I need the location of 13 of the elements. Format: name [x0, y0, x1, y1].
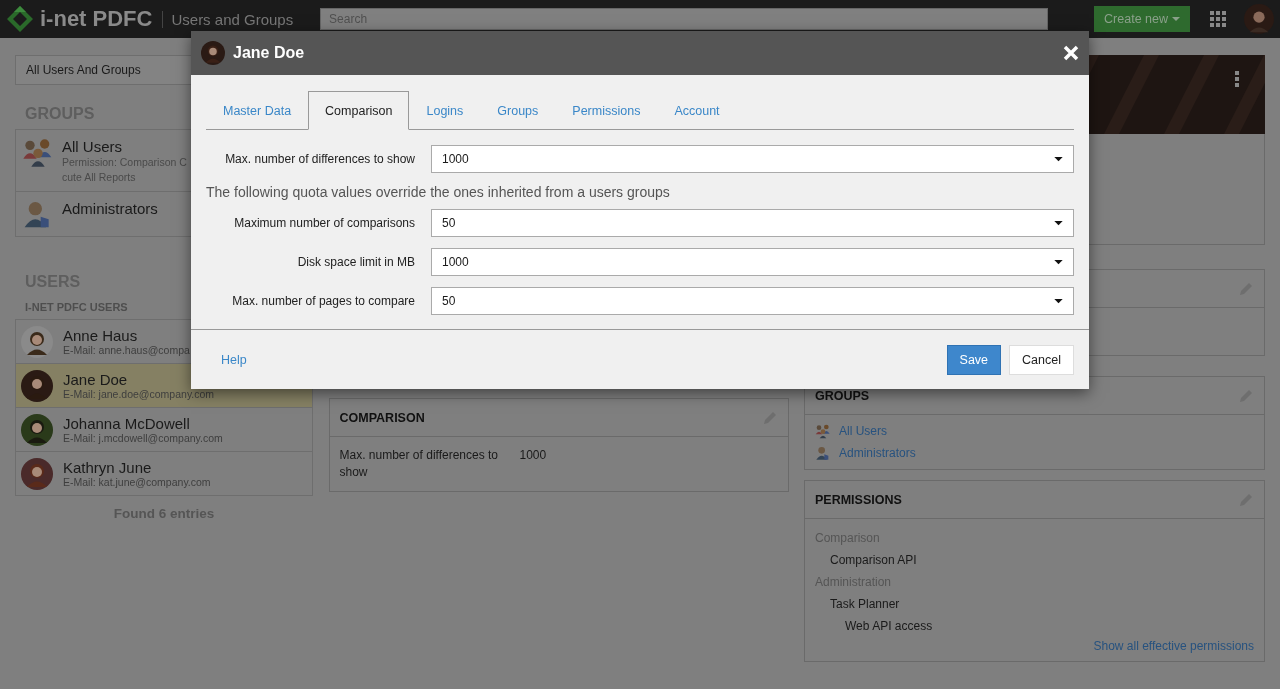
card-title: GROUPS — [815, 388, 870, 403]
permission-item: Comparison API — [830, 553, 918, 567]
field-label: Max. number of pages to compare — [231, 294, 415, 308]
field-label: Max. number of differences to show — [339, 447, 500, 481]
permission-item: Task Planner — [830, 597, 901, 611]
card-title: PERMISSIONS — [815, 492, 902, 507]
field-value: 1000 — [519, 447, 548, 464]
permission-item: Web API access — [845, 619, 934, 633]
field-label: Disk space limit in MB — [296, 255, 415, 269]
card-title: COMPARISON — [339, 410, 425, 425]
page-title: Users and Groups — [162, 10, 294, 28]
app-logo: i-net PDFC — [40, 6, 153, 32]
field-label: Maximum number of comparisons — [233, 216, 415, 230]
